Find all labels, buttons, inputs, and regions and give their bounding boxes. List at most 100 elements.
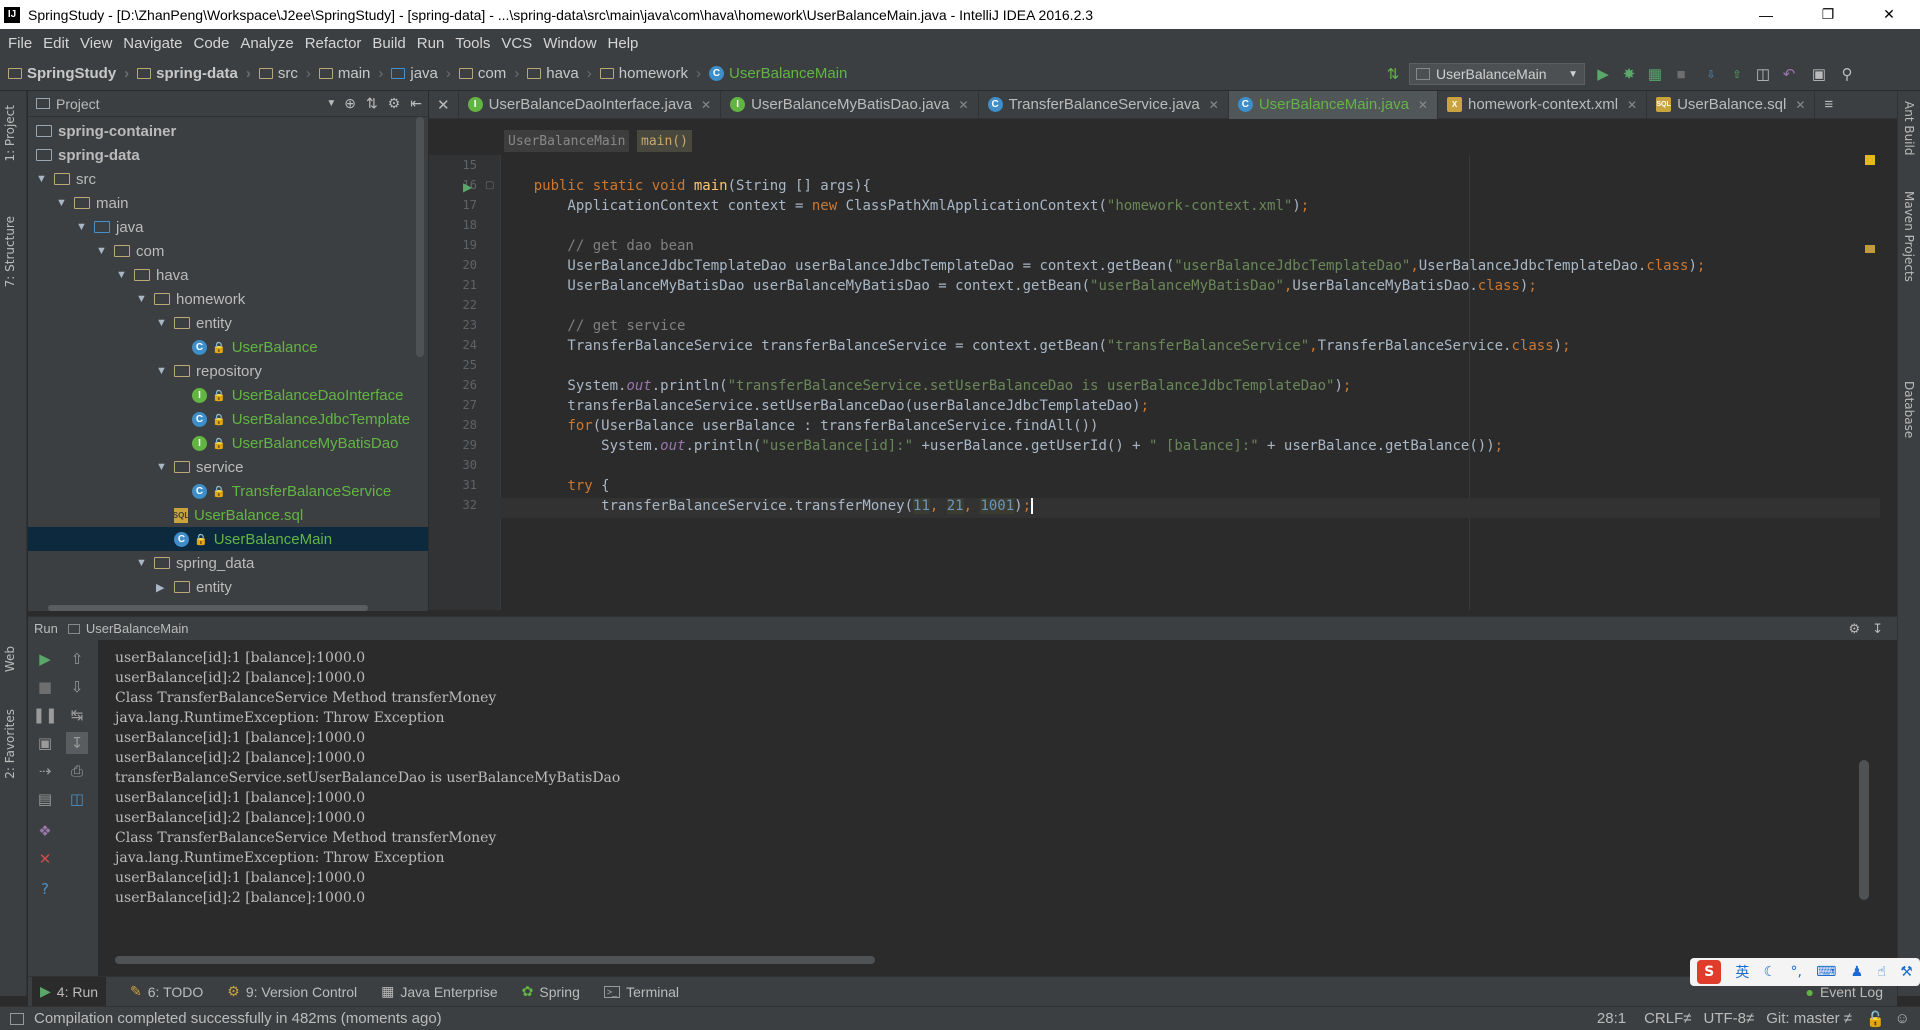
menu-refactor[interactable]: Refactor [305,35,362,52]
revert-icon[interactable]: ↶ [1779,64,1799,84]
tree-item-spring-container[interactable]: spring-container [36,119,176,143]
expand-arrow-icon[interactable]: ▼ [156,365,168,377]
shirt-icon[interactable]: ☝ [1877,964,1886,980]
tab-project[interactable]: 1: Project [3,105,17,162]
breadcrumb-main[interactable]: main › [318,65,383,82]
console-output[interactable]: userBalance[id]:1 [balance]:1000.0 userB… [99,640,1874,968]
hide-icon[interactable]: ⇤ [410,95,422,112]
expand-arrow-icon[interactable]: ▼ [56,197,68,209]
editor-breadcrumb-method[interactable]: main() [637,130,692,152]
warning-marker[interactable] [1865,245,1875,253]
gear-icon[interactable]: ⚙ [388,95,401,112]
help-icon[interactable]: ? [34,878,56,900]
expand-arrow-icon[interactable]: ▼ [136,293,148,305]
tree-item-entity[interactable]: ▼ entity [156,311,232,335]
pin-icon[interactable]: ❖ [34,820,56,842]
tree-item-transferbalanceservice[interactable]: C 🔒 TransferBalanceService [192,479,391,503]
tab-userbalancemybatisdao[interactable]: I UserBalanceMyBatisDao.java ✕ [721,90,979,119]
breadcrumb-homework[interactable]: homework › [599,65,701,82]
close-icon[interactable]: ✕ [1209,98,1219,112]
tab-web[interactable]: Web [3,646,17,672]
keyboard-icon[interactable]: ⌨ [1816,964,1836,980]
expand-arrow-icon[interactable]: ▼ [36,173,48,185]
error-stripe[interactable] [1865,155,1875,610]
menu-code[interactable]: Code [193,35,229,52]
breadcrumb-class[interactable]: C UserBalanceMain [708,65,847,82]
tab-terminal[interactable]: >_ Terminal [603,984,679,1000]
project-structure-icon[interactable]: ▣ [1809,64,1829,84]
tree-item-spring-data-pkg[interactable]: ▼ spring_data [136,551,254,575]
close-window-button[interactable]: ✕ [1866,0,1912,29]
tab-todo[interactable]: ✎ 6: TODO [130,983,203,1000]
locate-icon[interactable]: ⊕ [344,95,356,112]
arrow-up-icon[interactable]: ⇧ [66,648,88,670]
menu-window[interactable]: Window [543,35,596,52]
tab-transferbalanceservice[interactable]: C TransferBalanceService.java ✕ [979,90,1229,119]
tab-structure[interactable]: 7: Structure [3,216,17,287]
tree-item-src[interactable]: ▼ src [36,167,96,191]
build-icon[interactable]: ⇅ [1383,64,1403,84]
line-separator[interactable]: CRLF≠ [1644,1010,1691,1027]
print-icon[interactable]: ⎙ [66,760,88,782]
vcs-update-icon[interactable]: ⇩ [1701,64,1721,84]
status-message[interactable]: Compilation completed successfully in 48… [34,1010,442,1027]
pause-icon[interactable]: ❚❚ [32,704,57,726]
tab-favorites[interactable]: 2: Favorites [3,709,17,779]
minimize-button[interactable]: — [1743,0,1789,29]
editor-breadcrumb-class[interactable]: UserBalanceMain [504,130,630,152]
tab-maven-projects[interactable]: Maven Projects [1902,191,1916,282]
close-icon[interactable]: ✕ [959,98,969,112]
collapse-all-icon[interactable]: ⇅ [366,95,378,112]
breadcrumb-project[interactable]: SpringStudy › [8,65,129,82]
breadcrumb-java[interactable]: java › [391,65,451,82]
fold-icon[interactable]: ▢ [485,180,494,191]
menu-build[interactable]: Build [372,35,405,52]
tree-item-userbalance[interactable]: C 🔒 UserBalance [192,335,318,359]
warning-marker[interactable] [1865,155,1875,165]
tab-overflow-icon[interactable]: ≡ [1815,91,1842,119]
tree-item-java[interactable]: ▼ java [76,215,144,239]
tree-item-userbalancejdbctemplate[interactable]: C 🔒 UserBalanceJdbcTemplate [192,407,410,431]
close-icon[interactable]: ✕ [1795,98,1805,112]
menu-view[interactable]: View [80,35,112,52]
stop-icon[interactable]: ■ [34,676,56,698]
vcs-compare-icon[interactable]: ◫ [1753,64,1773,84]
hide-panel-icon[interactable]: ↧ [1872,621,1883,637]
coverage-icon[interactable]: ▦ [1645,64,1665,84]
menu-analyze[interactable]: Analyze [240,35,293,52]
horizontal-scrollbar[interactable] [48,605,368,611]
menu-tools[interactable]: Tools [455,35,490,52]
dump-threads-icon[interactable]: ▣ [34,732,56,754]
tab-run[interactable]: ▶ 4: Run [32,977,107,1006]
tree-item-userbalancemybatisdao[interactable]: I 🔒 UserBalanceMyBatisDao [192,431,398,455]
run-icon[interactable]: ▶ [1593,64,1613,84]
run-gutter-icon[interactable]: ▶ [463,180,472,194]
tab-userbalance-sql[interactable]: SQL UserBalance.sql ✕ [1647,90,1816,119]
maximize-button[interactable]: ❐ [1805,0,1851,29]
breadcrumb-hava[interactable]: hava › [527,65,592,82]
tree-item-userbalancedaointerface[interactable]: I 🔒 UserBalanceDaoInterface [192,383,403,407]
ime-mode-label[interactable]: 英 [1735,962,1749,982]
rerun-icon[interactable]: ▶ [34,648,56,670]
search-icon[interactable]: ⚲ [1837,64,1857,84]
gear-icon[interactable]: ⚙ [1848,621,1860,637]
tab-userbalancemain[interactable]: C UserBalanceMain.java ✕ [1228,90,1438,119]
layout-icon[interactable]: ▤ [34,788,56,810]
tab-spring[interactable]: ✿ Spring [522,983,580,1000]
tree-item-service[interactable]: ▼ service [156,455,244,479]
file-encoding[interactable]: UTF-8≠ [1704,1010,1755,1027]
tree-item-spring-data[interactable]: spring-data [36,143,140,167]
expand-arrow-icon[interactable]: ▼ [96,245,108,257]
tab-ant-build[interactable]: Ant Build [1902,101,1916,155]
lock-icon[interactable]: 🔓 [1866,1010,1885,1028]
user-icon[interactable]: ♟ [1851,964,1864,980]
tab-userbalancedaointerface[interactable]: I UserBalanceDaoInterface.java ✕ [459,90,722,119]
ime-toolbar[interactable]: S 英 ☾ °, ⌨ ♟ ☝ ⚒ [1690,958,1920,986]
expand-arrow-icon[interactable]: ▼ [116,269,128,281]
tree-item-userbalance-sql[interactable]: SQL UserBalance.sql [173,503,303,527]
vcs-branch[interactable]: Git: master ≠ [1766,1010,1852,1027]
menu-help[interactable]: Help [608,35,639,52]
stop-icon[interactable]: ■ [1671,64,1691,84]
close-icon[interactable]: ✕ [1627,98,1637,112]
close-icon[interactable]: ✕ [1418,98,1428,112]
